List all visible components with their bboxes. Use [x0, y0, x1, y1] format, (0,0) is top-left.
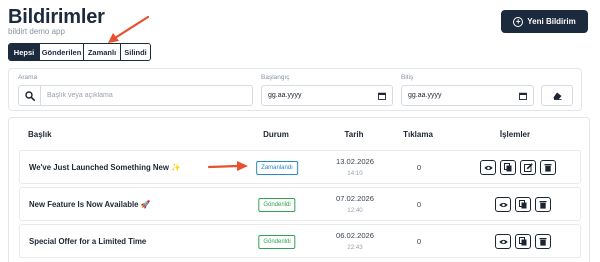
column-header-clicks: Tıklama: [403, 130, 433, 139]
start-date-input[interactable]: gg.aa.yyyy: [261, 85, 393, 106]
trash-icon: [539, 238, 547, 246]
copy-icon: [519, 200, 527, 209]
search-icon[interactable]: [18, 85, 40, 106]
view-button[interactable]: [480, 160, 496, 175]
copy-icon: [504, 163, 512, 172]
delete-button[interactable]: [535, 234, 551, 249]
column-header-status: Durum: [263, 130, 289, 139]
click-count: 0: [416, 237, 422, 246]
page-title: Bildirimler: [8, 6, 105, 28]
search-label: Arama: [18, 74, 38, 81]
tab-all[interactable]: Hepsi: [9, 44, 40, 60]
click-count: 0: [416, 163, 422, 172]
start-date-value: gg.aa.yyyy: [268, 92, 302, 99]
table-header: Başlık Durum Tarih Tıklama İşlemler: [9, 118, 589, 147]
trash-icon: [539, 201, 547, 209]
filter-panel: Arama Başlangıç gg.aa.yyyy Bitiş gg.aa.y…: [8, 68, 582, 111]
notification-date: 13.02.2026: [335, 157, 375, 166]
plus-circle-icon: +: [513, 16, 524, 27]
notifications-table: Başlık Durum Tarih Tıklama İşlemler We'v…: [8, 117, 590, 262]
click-count: 0: [416, 200, 422, 209]
column-header-date: Tarih: [344, 130, 364, 139]
eye-icon: [483, 165, 493, 170]
row-actions: [495, 197, 551, 212]
row-actions: [495, 234, 551, 249]
notification-time: 12:40: [347, 207, 363, 214]
column-header-title: Başlık: [28, 130, 52, 139]
new-notification-label: Yeni Bildirim: [527, 17, 576, 26]
trash-icon: [544, 164, 552, 172]
table-row: We've Just Launched Something New ✨ Zama…: [19, 150, 581, 184]
delete-button[interactable]: [535, 197, 551, 212]
calendar-icon[interactable]: [519, 92, 527, 100]
row-actions: [480, 160, 556, 175]
notification-title: We've Just Launched Something New ✨: [29, 163, 181, 172]
notification-title: New Feature Is Now Available 🚀: [29, 200, 151, 209]
notification-title: Special Offer for a Limited Time: [29, 237, 147, 246]
copy-button[interactable]: [515, 234, 531, 249]
eye-icon: [498, 239, 508, 244]
annotation-arrow-tab: [108, 15, 150, 43]
table-row: New Feature Is Now Available 🚀 Gönderild…: [19, 187, 581, 221]
status-badge: Gönderildi: [258, 235, 296, 249]
end-date-label: Bitiş: [401, 74, 414, 81]
app-subtitle: bildirt demo app: [8, 27, 65, 36]
notification-time: 22:43: [347, 244, 363, 251]
delete-button[interactable]: [540, 160, 556, 175]
calendar-icon[interactable]: [378, 92, 386, 100]
tab-scheduled[interactable]: Zamanlı: [84, 44, 121, 60]
notification-time: 14:10: [347, 170, 363, 177]
eye-icon: [498, 202, 508, 207]
column-header-actions: İşlemler: [499, 130, 531, 139]
view-button[interactable]: [495, 197, 511, 212]
status-badge: Gönderildi: [258, 198, 296, 212]
end-date-value: gg.aa.yyyy: [408, 92, 442, 99]
notification-date: 06.02.2026: [335, 231, 375, 240]
tab-sent[interactable]: Gönderilen: [40, 44, 84, 60]
search-input[interactable]: [40, 85, 253, 106]
table-row: Special Offer for a Limited Time Gönderi…: [19, 224, 581, 258]
eraser-icon: [553, 92, 561, 100]
notification-date: 07.02.2026: [335, 194, 375, 203]
sparkle-emoji: ✨: [171, 163, 181, 172]
new-notification-button[interactable]: + Yeni Bildirim: [501, 10, 588, 33]
copy-button[interactable]: [515, 197, 531, 212]
end-date-input[interactable]: gg.aa.yyyy: [401, 85, 534, 106]
start-date-label: Başlangıç: [261, 74, 290, 81]
rocket-emoji: 🚀: [140, 200, 151, 209]
tab-deleted[interactable]: Silindi: [121, 44, 150, 60]
copy-icon: [519, 237, 527, 246]
view-button[interactable]: [495, 234, 511, 249]
status-badge: Zamanlandı: [256, 161, 298, 175]
edit-button[interactable]: [520, 160, 536, 175]
edit-icon: [523, 163, 533, 172]
clear-filters-button[interactable]: [541, 85, 573, 106]
annotation-arrow-badge: [207, 161, 248, 171]
copy-button[interactable]: [500, 160, 516, 175]
